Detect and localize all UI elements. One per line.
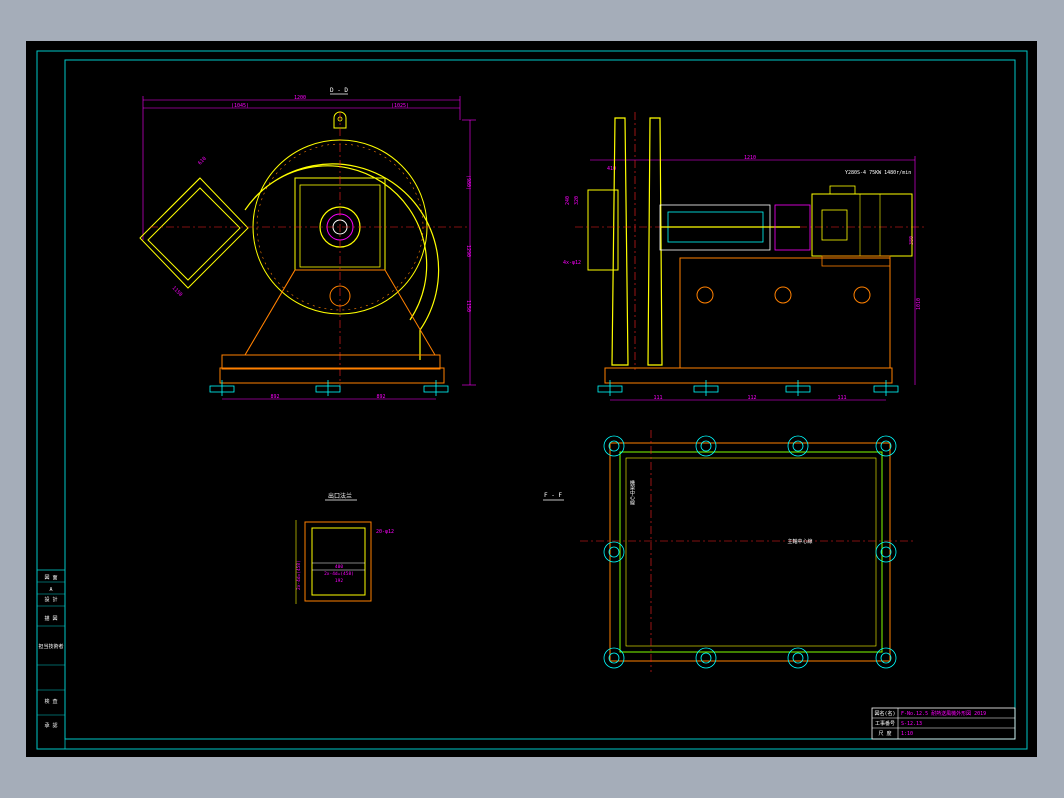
svg-text:承 認: 承 認 [44,722,57,729]
svg-text:192: 192 [335,578,343,584]
axis-label: 主軸中心線 [787,538,812,545]
svg-text:図名(名): 図名(名) [874,710,895,717]
drawing-title: F-No.12.5 耐熱送風機外形図 2019 [901,710,986,717]
motor-note: Y280S-4 75KW 1480r/min [845,170,911,176]
svg-text:2x-4d=(458): 2x-4d=(458) [324,571,354,577]
svg-text:1150: 1150 [465,300,471,312]
side-dim-total: 1210 [744,155,756,161]
svg-text:A: A [49,587,52,593]
svg-text:111: 111 [837,395,846,401]
svg-text:400: 400 [335,564,343,570]
svg-text:20-φ12: 20-φ12 [376,529,394,535]
svg-text:112: 112 [747,395,756,401]
front-dim-left: (1045) [231,103,249,109]
svg-text:工事番号: 工事番号 [875,720,895,727]
front-dim-right: (1025) [391,103,409,109]
front-dim-base-left: 892 [270,394,279,400]
svg-text:111: 111 [653,395,662,401]
svg-text:尺 度: 尺 度 [878,730,891,737]
svg-text:描 図: 描 図 [44,615,57,622]
svg-text:1:10: 1:10 [901,731,913,737]
svg-text:320: 320 [574,196,580,205]
svg-text:図 面: 図 面 [44,575,57,581]
svg-text:担当技術者: 担当技術者 [38,643,63,650]
drawing-sheet [26,41,1037,757]
svg-text:240: 240 [565,196,571,205]
front-view-title: D - D [330,87,348,94]
svg-text:検 査: 検 査 [44,698,57,705]
base-plan-title: F - F [544,492,562,499]
svg-text:設 計: 設 計 [44,596,57,603]
svg-text:1290: 1290 [465,245,471,257]
svg-text:2x-4d=(458): 2x-4d=(458) [296,560,302,590]
front-dim-base-right: 892 [376,394,385,400]
svg-text:1010: 1010 [916,298,922,310]
cad-drawing-canvas: D - D 1200 (1045) (1025) (980) 1290 1150 [26,41,1037,757]
svg-text:(980): (980) [465,175,471,190]
front-dim-total: 1200 [294,95,306,101]
outlet-title: 出口法兰 [328,492,352,500]
svg-text:4x-φ12: 4x-φ12 [563,260,581,266]
fan-center-label: 機架中心線 [629,479,635,505]
svg-text:S-12.13: S-12.13 [901,721,922,727]
